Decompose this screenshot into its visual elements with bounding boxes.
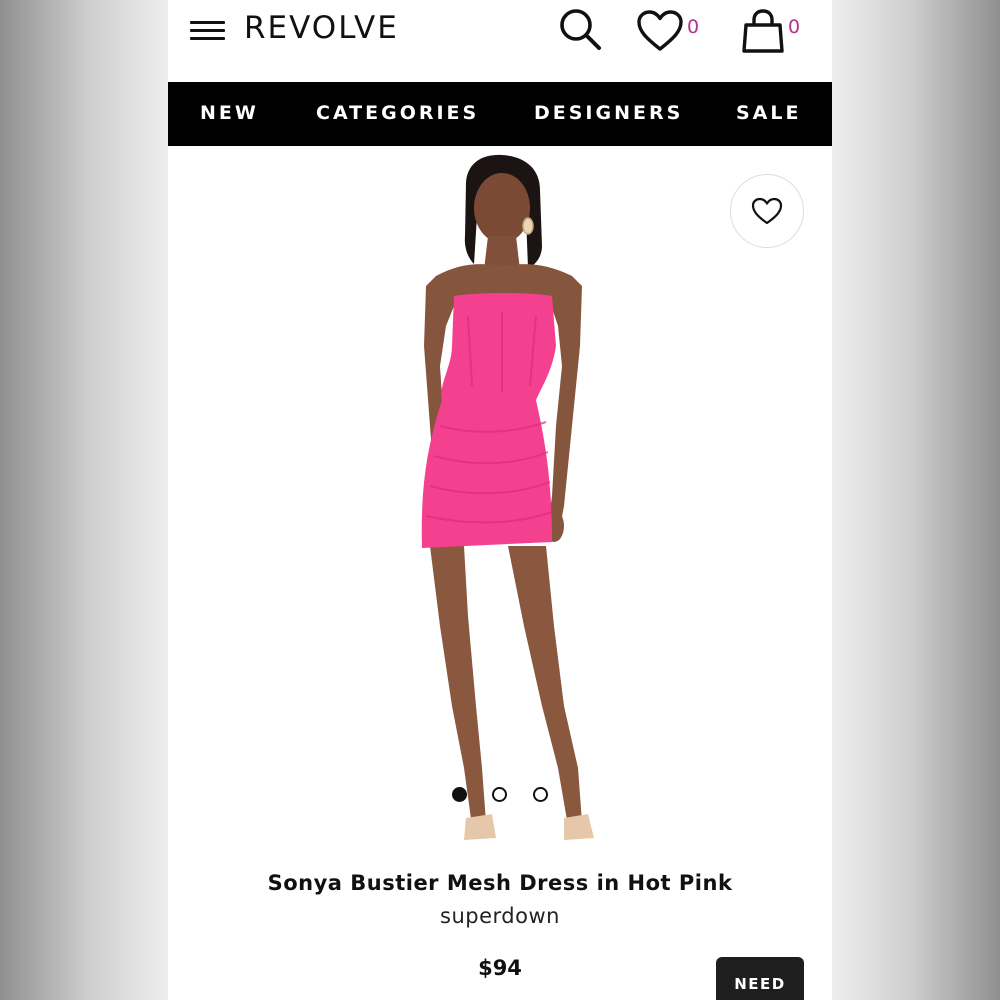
bag-count: 0 — [788, 16, 801, 38]
app-screen: REVOLVE 0 0 NEW CATEGORIES DESIGNERS SAL… — [168, 0, 832, 1000]
nav-item-sale[interactable]: SALE — [736, 102, 801, 124]
wishlist-count: 0 — [687, 16, 700, 38]
heart-outline-icon — [751, 197, 783, 225]
need-button[interactable]: NEED — [716, 957, 804, 1000]
favorite-button[interactable] — [730, 174, 804, 248]
carousel-dot-3[interactable] — [533, 787, 548, 802]
carousel-dot-1[interactable] — [452, 787, 467, 802]
nav-item-designers[interactable]: DESIGNERS — [534, 102, 683, 124]
search-icon[interactable] — [557, 6, 603, 52]
revolve-logo[interactable]: REVOLVE — [244, 10, 399, 46]
product-photo — [421, 154, 594, 840]
top-header: REVOLVE 0 0 — [168, 0, 832, 82]
product-brand[interactable]: superdown — [168, 904, 832, 928]
nav-item-new[interactable]: NEW — [200, 102, 259, 124]
heart-icon[interactable] — [636, 10, 684, 52]
shopping-bag-icon[interactable] — [740, 8, 786, 54]
product-image-carousel[interactable] — [168, 146, 832, 858]
nav-item-categories[interactable]: CATEGORIES — [316, 102, 479, 124]
carousel-pagination — [452, 786, 562, 802]
carousel-dot-2[interactable] — [492, 787, 507, 802]
product-title: Sonya Bustier Mesh Dress in Hot Pink — [267, 871, 733, 895]
category-nav: NEW CATEGORIES DESIGNERS SALE — [168, 82, 832, 146]
menu-icon[interactable] — [190, 19, 226, 43]
